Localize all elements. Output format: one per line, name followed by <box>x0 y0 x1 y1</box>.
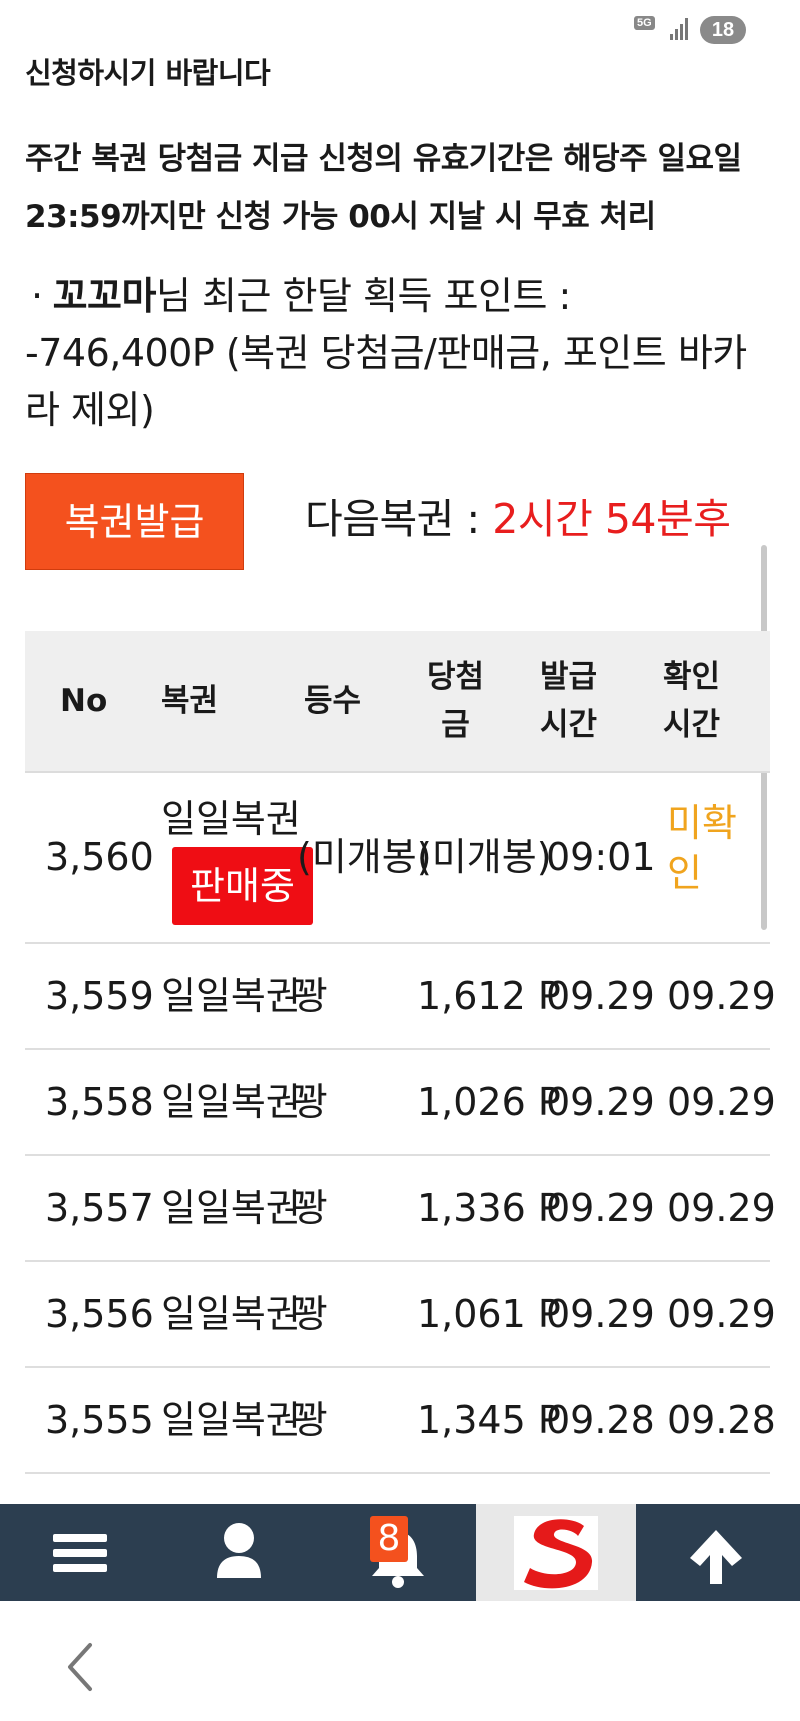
col-header-confirmed: 확인 시간 <box>663 659 721 743</box>
network-type-indicator: 5G <box>634 16 655 30</box>
back-icon[interactable] <box>60 1637 100 1697</box>
cell-prize: 1,061 P <box>417 1292 561 1336</box>
table-row[interactable]: 3,559 일일복권 꽝 1,612 P 09.29 09.29 <box>25 943 776 1050</box>
notice-line-1: 신청하시기 바랍니다 <box>25 56 271 90</box>
table-row[interactable]: 3,558 일일복권 꽝 1,026 P 09.29 09.29 <box>25 1049 776 1156</box>
cell-no: 3,560 <box>45 835 154 879</box>
cell-issued: 09.28 <box>546 1398 655 1442</box>
cell-issued: 09:01 <box>546 835 656 879</box>
col-header-issued: 발급 시간 <box>540 659 598 743</box>
bottom-navbar: 8 <box>0 1504 800 1601</box>
cell-rank: 꽝 <box>293 1398 328 1442</box>
cell-rank: 꽝 <box>293 974 328 1018</box>
notification-count-badge: 8 <box>370 1516 408 1562</box>
cell-lottery: 일일복권 <box>161 1186 301 1230</box>
cell-rank: 꽝 <box>293 1292 328 1336</box>
site-logo-icon <box>514 1516 598 1590</box>
next-lottery-countdown: 2시간 54분후 <box>492 495 731 543</box>
cell-no: 3,558 <box>45 1080 154 1124</box>
cell-prize: 1,026 P <box>417 1080 561 1124</box>
cell-lottery: 일일복권 <box>161 797 301 841</box>
system-navigation-bar <box>0 1601 800 1721</box>
issue-lottery-button[interactable]: 복권발급 <box>25 473 244 570</box>
cell-rank: 꽝 <box>293 1186 328 1230</box>
on-sale-badge[interactable]: 판매중 <box>172 847 313 925</box>
nav-scroll-top[interactable] <box>636 1504 800 1601</box>
cell-confirmed: 09.28 <box>667 1398 776 1442</box>
cell-rank: 꽝 <box>293 1080 328 1124</box>
table-row[interactable]: 3,560 일일복권 판매중 (미개봉) (미개봉) 09:01 미확 인 <box>25 772 770 944</box>
cell-confirmed: 09.29 <box>667 1080 776 1124</box>
signal-icon <box>670 14 692 40</box>
cell-confirmed: 미확 인 <box>667 801 737 895</box>
cell-lottery: 일일복권 <box>161 1398 301 1442</box>
battery-indicator: 18 <box>700 16 746 44</box>
col-header-no: No <box>60 683 108 719</box>
nav-site-logo[interactable] <box>476 1504 636 1601</box>
cell-no: 3,559 <box>45 974 154 1018</box>
cell-issued: 09.29 <box>546 1080 655 1124</box>
cell-lottery: 일일복권 <box>161 1080 301 1124</box>
cell-issued: 09.29 <box>546 1292 655 1336</box>
cell-prize: (미개봉) <box>417 835 552 879</box>
menu-icon <box>53 1534 107 1572</box>
arrow-up-icon <box>690 1530 742 1584</box>
username: 꼬꼬마 <box>52 274 157 318</box>
cell-no: 3,556 <box>45 1292 154 1336</box>
cell-prize: 1,345 P <box>417 1398 561 1442</box>
cell-prize: 1,336 P <box>417 1186 561 1230</box>
table-row[interactable]: 3,556 일일복권 꽝 1,061 P 09.29 09.29 <box>25 1261 776 1368</box>
notice-line-2: 주간 복권 당첨금 지급 신청의 유효기간은 해당주 일요일 23:59까지만 … <box>25 141 742 235</box>
col-header-lottery: 복권 <box>161 683 219 719</box>
cell-confirmed: 09.29 <box>667 1292 776 1336</box>
cell-no: 3,555 <box>45 1398 154 1442</box>
cell-issued: 09.29 <box>546 1186 655 1230</box>
cell-issued: 09.29 <box>546 974 655 1018</box>
status-bar: 5G 18 <box>0 0 800 52</box>
bullet: · <box>31 274 43 318</box>
table-header: No 복권 등수 당첨 금 발급 시간 확인 시간 <box>25 631 770 773</box>
next-lottery-timer: 다음복권 : 2시간 54분후 <box>305 485 731 545</box>
col-header-prize: 당첨 금 <box>427 659 485 743</box>
cell-lottery: 일일복권 <box>161 974 301 1018</box>
nav-user[interactable] <box>160 1504 320 1601</box>
table-row[interactable]: 3,555 일일복권 꽝 1,345 P 09.28 09.28 <box>25 1367 776 1474</box>
cell-rank: (미개봉) <box>297 835 432 879</box>
cell-confirmed: 09.29 <box>667 1186 776 1230</box>
user-icon <box>217 1523 261 1578</box>
next-lottery-label: 다음복권 : <box>305 495 493 543</box>
col-header-rank: 등수 <box>304 683 362 719</box>
cell-prize: 1,612 P <box>417 974 561 1018</box>
cell-no: 3,557 <box>45 1186 154 1230</box>
cell-lottery: 일일복권 <box>161 1292 301 1336</box>
cell-confirmed: 09.29 <box>667 974 776 1018</box>
nav-menu[interactable] <box>0 1504 160 1601</box>
monthly-points-summary: · 꼬꼬마님 최근 한달 획득 포인트 : -746,400P (복권 당첨금/판… <box>25 268 765 439</box>
table-row[interactable]: 3,557 일일복권 꽝 1,336 P 09.29 09.29 <box>25 1155 776 1262</box>
